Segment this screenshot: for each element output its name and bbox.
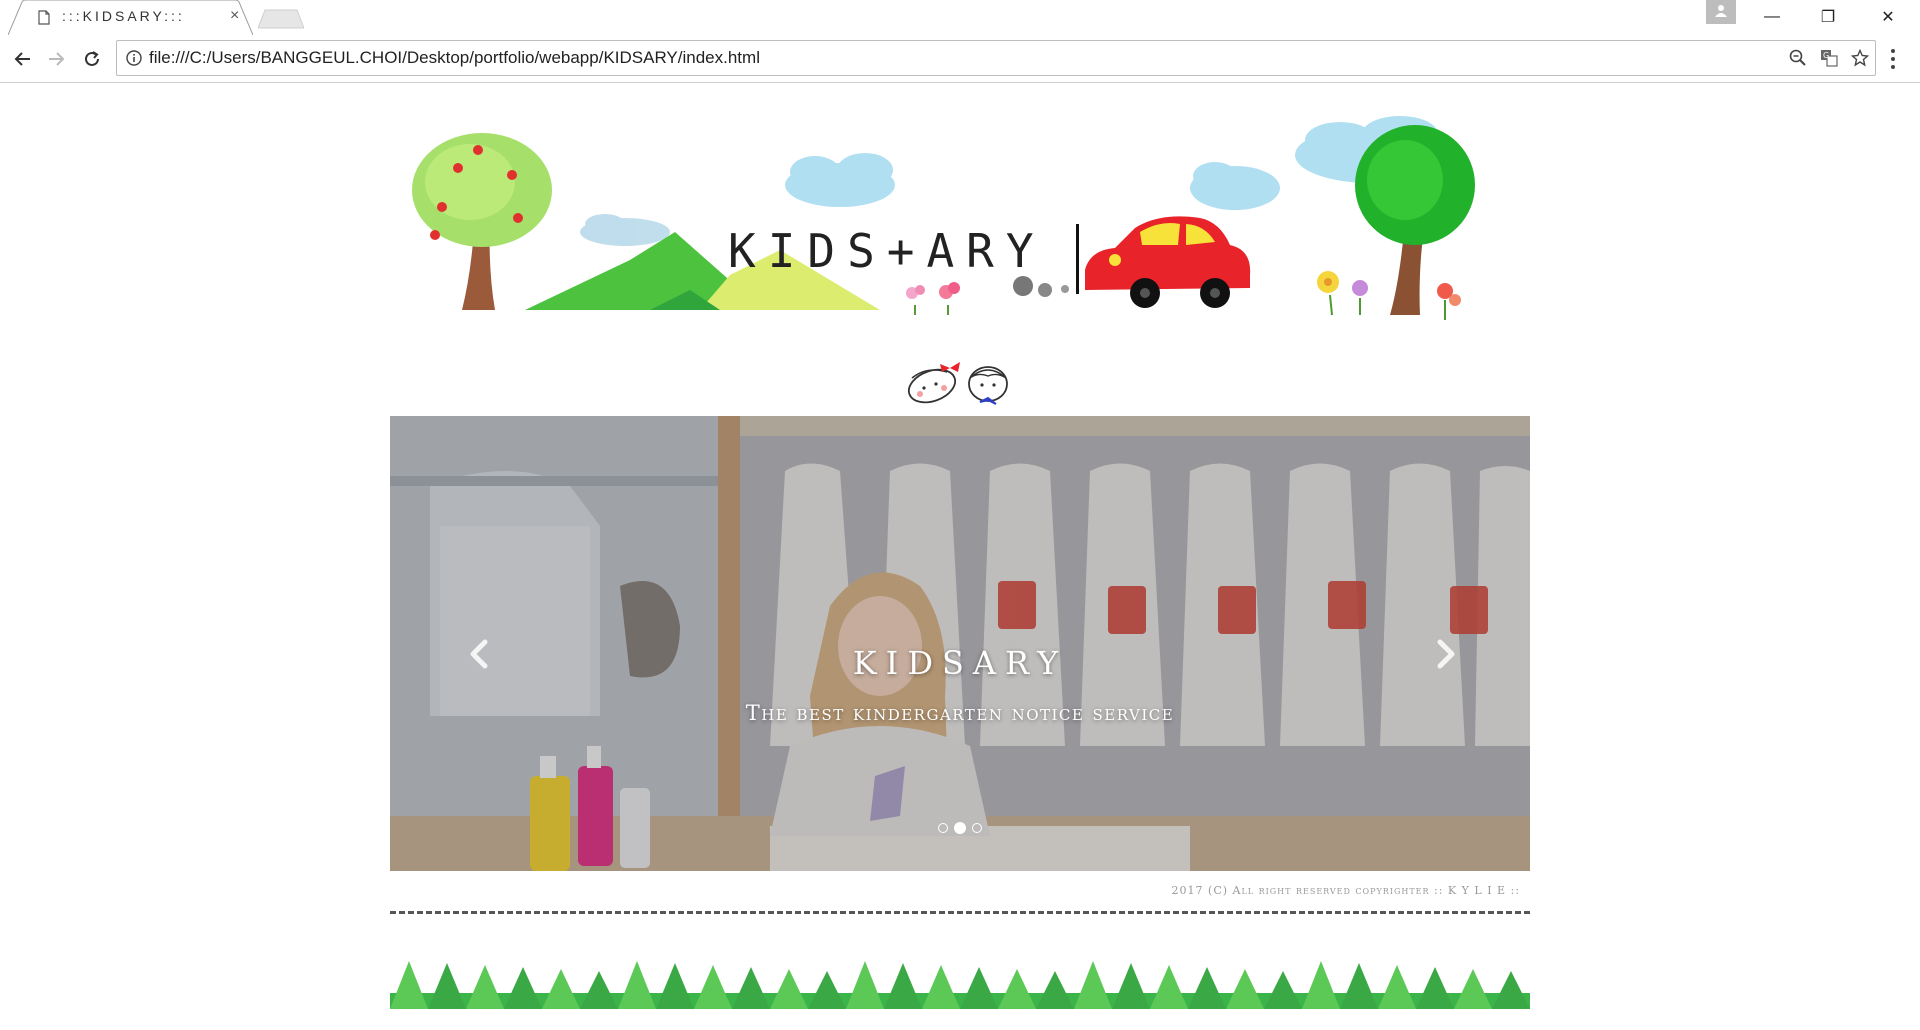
carousel-dot-2[interactable] [954,822,966,834]
reload-icon[interactable] [80,47,104,71]
tab-close-icon[interactable]: × [230,7,239,25]
grass-decoration [390,961,1530,1009]
zoom-icon[interactable] [1789,49,1807,67]
carousel-dot-3[interactable] [972,823,982,833]
tab-title: :::KIDSARY::: [62,8,185,24]
apple-tree-left [412,133,552,310]
chevron-right-icon[interactable] [1430,634,1460,674]
address-bar[interactable]: file:///C:/Users/BANGGEUL.CHOI/Desktop/p… [116,40,1876,76]
new-tab-icon[interactable] [258,9,304,29]
carousel-dot-1[interactable] [938,823,948,833]
copyright-text: 2017 (C) All right reserved copyrighter … [1171,884,1520,897]
profile-icon[interactable] [1706,0,1736,24]
restore-button[interactable]: ❐ [1800,0,1856,34]
translate-icon[interactable]: G [1820,49,1838,67]
hero-carousel[interactable]: KIDSARY The best kindergarten notice ser… [390,416,1530,871]
flowers-right [1317,271,1461,320]
header-illustration [412,116,1475,320]
browser-toolbar: file:///C:/Users/BANGGEUL.CHOI/Desktop/p… [0,35,1920,83]
minimize-button[interactable]: — [1744,0,1800,34]
star-icon[interactable] [1851,49,1869,67]
carousel-indicators [936,822,986,836]
boy-face-icon [968,366,1008,405]
tab-strip: :::KIDSARY::: × — ❐ ✕ [0,0,1920,36]
slide-title: KIDSARY [852,644,1068,682]
url-text[interactable]: file:///C:/Users/BANGGEUL.CHOI/Desktop/p… [149,48,760,68]
cloud-right-1 [1190,162,1280,210]
kids-faces-icon [907,362,1008,405]
car-smoke [1013,276,1069,297]
red-car [1085,216,1251,308]
logo-cursor [1076,224,1079,294]
dashed-divider [390,911,1530,914]
forward-icon[interactable] [45,47,69,71]
tree-right [1355,125,1475,315]
girl-face-icon [907,362,960,404]
close-window-button[interactable]: ✕ [1860,0,1916,34]
cloud-small [580,214,670,246]
back-icon[interactable] [10,47,34,71]
chevron-left-icon[interactable] [465,634,495,674]
site-logo[interactable]: KIDS+ARY [728,224,1046,278]
flowers-center [906,282,960,315]
svg-text:G: G [1823,51,1829,60]
info-icon[interactable] [126,50,142,66]
slide-subtitle: The best kindergarten notice service [745,701,1175,725]
menu-icon[interactable] [1890,48,1896,70]
cloud-left [785,153,895,207]
browser-tab[interactable]: :::KIDSARY::: × [8,0,253,36]
page-icon [38,10,50,25]
